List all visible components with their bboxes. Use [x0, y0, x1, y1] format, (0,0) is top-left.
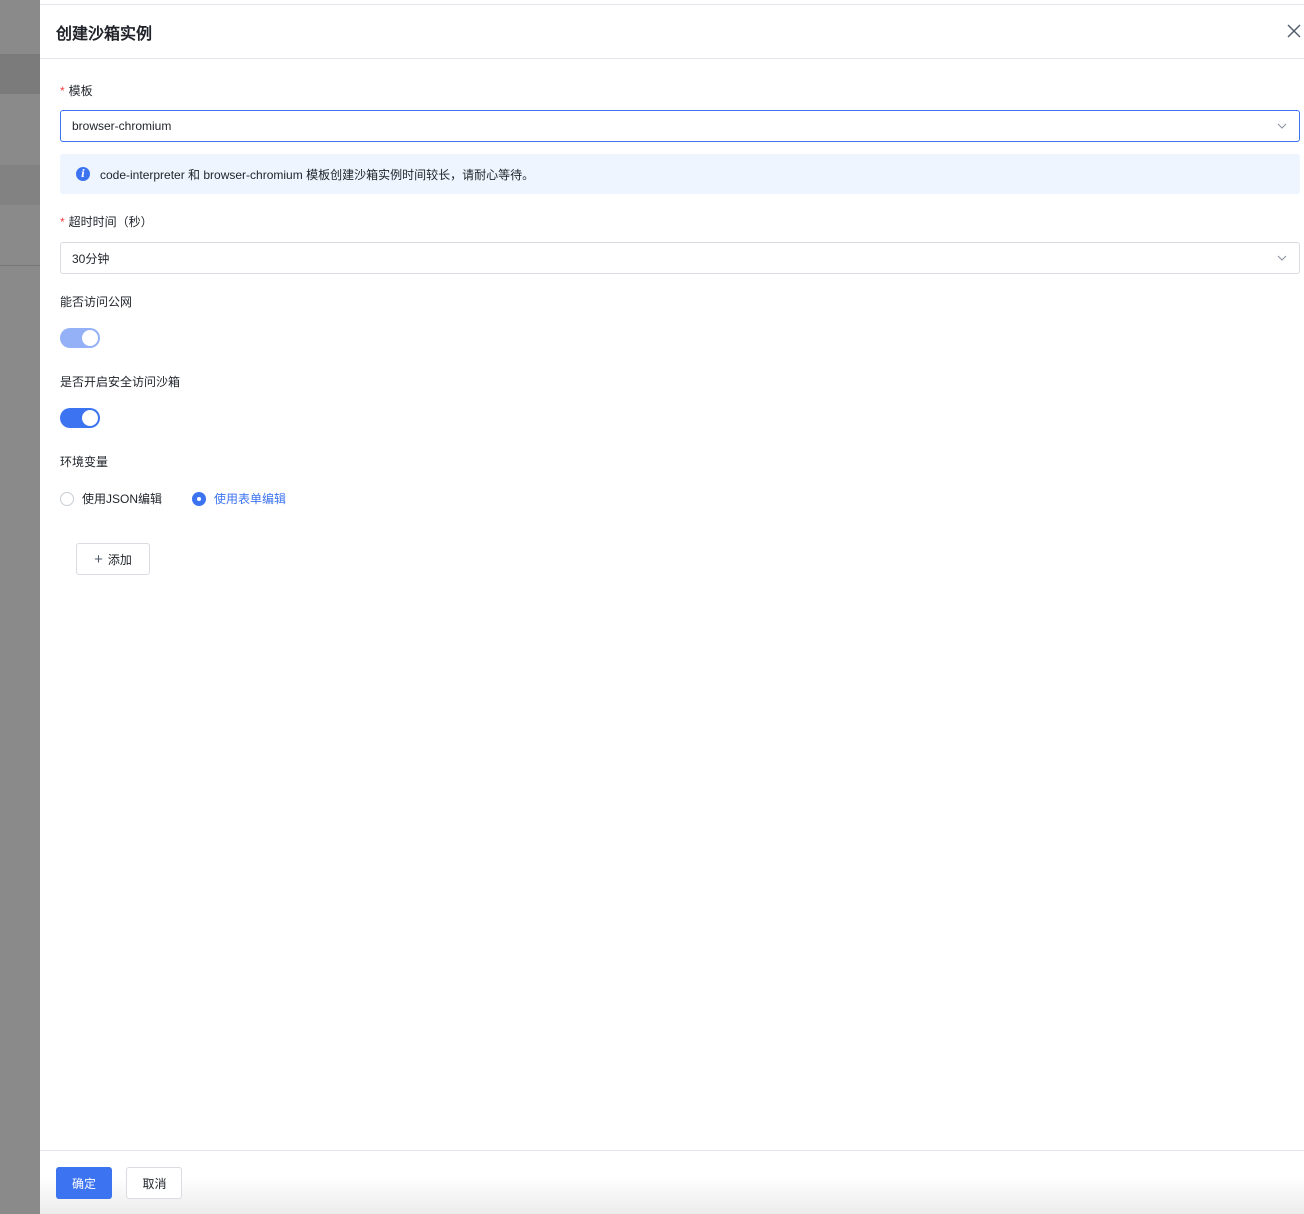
info-alert: i code-interpreter 和 browser-chromium 模板…	[60, 154, 1300, 194]
drawer-footer: 确定 取消	[40, 1150, 1304, 1214]
public-access-switch[interactable]	[60, 328, 100, 348]
background-divider	[0, 265, 40, 266]
timeout-label: * 超时时间（秒）	[60, 214, 1300, 230]
env-mode-radio-group: 使用JSON编辑 使用表单编辑	[60, 490, 1300, 507]
chevron-down-icon	[1277, 123, 1287, 129]
env-label: 环境变量	[60, 455, 109, 469]
required-mark: *	[60, 84, 65, 98]
template-select[interactable]: browser-chromium	[60, 110, 1300, 142]
timeout-label-text: 超时时间（秒）	[68, 215, 153, 229]
add-label: 添加	[107, 552, 132, 567]
chevron-down-icon	[1277, 255, 1287, 261]
radio-json[interactable]	[60, 491, 74, 506]
cancel-button[interactable]: 取消	[126, 1167, 183, 1199]
template-label: * 模板	[60, 83, 1300, 99]
background-row	[0, 54, 40, 94]
background-row	[0, 165, 40, 205]
radio-form[interactable]	[192, 491, 207, 506]
add-env-button[interactable]: + 添加	[76, 543, 150, 575]
switch-knob	[82, 410, 98, 426]
timeout-select[interactable]: 30分钟	[60, 242, 1300, 274]
template-value: browser-chromium	[72, 119, 172, 133]
radio-form-label[interactable]: 使用表单编辑	[214, 490, 286, 507]
public-access-label: 能否访问公网	[60, 295, 133, 309]
secure-access-label: 是否开启安全访问沙箱	[60, 375, 181, 389]
alert-text: code-interpreter 和 browser-chromium 模板创建…	[100, 167, 535, 182]
overlay-mask[interactable]	[0, 0, 40, 1214]
plus-icon: +	[94, 550, 103, 568]
switch-knob	[82, 330, 98, 346]
drawer-title: 创建沙箱实例	[56, 25, 153, 43]
timeout-value: 30分钟	[72, 251, 110, 266]
secure-access-switch[interactable]	[60, 408, 100, 428]
close-icon[interactable]	[1286, 23, 1302, 39]
drawer-header: 创建沙箱实例	[40, 5, 1304, 59]
required-mark: *	[60, 215, 65, 229]
radio-json-label[interactable]: 使用JSON编辑	[82, 490, 162, 507]
info-icon: i	[76, 167, 90, 181]
template-label-text: 模板	[68, 84, 93, 98]
confirm-button[interactable]: 确定	[56, 1167, 112, 1199]
create-sandbox-drawer: 创建沙箱实例 * 模板 browser-chromium i code-inter…	[40, 4, 1304, 1214]
